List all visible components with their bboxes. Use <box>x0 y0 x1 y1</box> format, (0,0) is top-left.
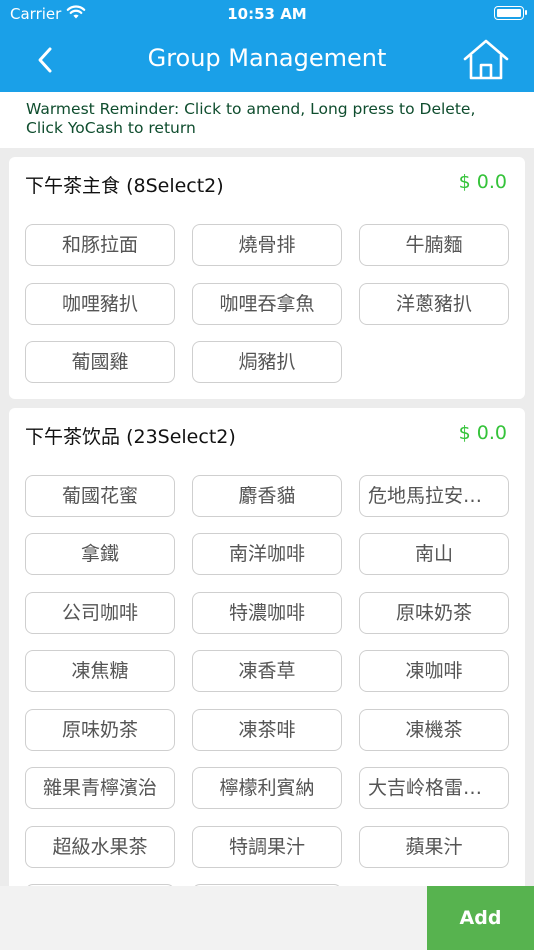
option-button[interactable]: 葡國雞 <box>25 341 175 383</box>
option-button[interactable]: 咖哩豬扒 <box>25 283 175 325</box>
option-button[interactable]: 原味奶茶 <box>359 592 509 634</box>
reminder-line-2: Click YoCash to return <box>26 119 196 137</box>
option-button[interactable]: 凍機茶 <box>359 709 509 751</box>
group-name: 下午茶饮品 <box>25 426 121 448</box>
option-button[interactable]: 原味奶茶 <box>25 709 175 751</box>
option-button[interactable]: 凍咖啡 <box>359 650 509 692</box>
home-icon <box>463 39 509 80</box>
status-time: 10:53 AM <box>227 5 307 23</box>
reminder-banner: Warmest Reminder: Click to amend, Long p… <box>0 92 534 148</box>
option-button[interactable]: 特濃咖啡 <box>192 592 342 634</box>
battery-icon <box>494 6 527 20</box>
page-title: Group Management <box>147 44 387 72</box>
option-button[interactable]: 危地馬拉安提瓜 <box>359 475 509 517</box>
navigation-bar: Group Management <box>0 28 534 92</box>
group-header: 下午茶饮品 (23Select2) $ 0.0 <box>25 422 509 450</box>
group-list[interactable]: 下午茶主食 (8Select2) $ 0.0 和豚拉面 燒骨排 牛腩麵 咖哩豬扒… <box>0 150 534 886</box>
option-button[interactable]: 凍茶啡 <box>192 709 342 751</box>
home-button[interactable] <box>462 38 510 82</box>
group-price: $ 0.0 <box>458 171 507 193</box>
option-button[interactable]: 凍香草 <box>192 650 342 692</box>
option-button[interactable]: 焗豬扒 <box>192 341 342 383</box>
group-title: 下午茶饮品 (23Select2) <box>25 422 236 449</box>
option-button[interactable]: 檸檬利賓納 <box>192 767 342 809</box>
bottom-bar: Add <box>0 886 534 950</box>
option-button[interactable]: 蘋果汁 <box>359 826 509 868</box>
option-button[interactable]: 牛腩麵 <box>359 224 509 266</box>
option-button[interactable]: 大吉岭格雷伯爵 <box>359 767 509 809</box>
reminder-line-1: Warmest Reminder: Click to amend, Long p… <box>26 100 476 118</box>
group-price: $ 0.0 <box>458 422 507 444</box>
option-button[interactable]: 拿鐵 <box>25 533 175 575</box>
group-title: 下午茶主食 (8Select2) <box>25 171 224 198</box>
option-button[interactable]: 麝香貓 <box>192 475 342 517</box>
group-header: 下午茶主食 (8Select2) $ 0.0 <box>25 171 509 199</box>
option-button[interactable]: 凍焦糖 <box>25 650 175 692</box>
group-card: 下午茶饮品 (23Select2) $ 0.0 葡國花蜜 麝香貓 危地馬拉安提瓜… <box>9 408 525 886</box>
group-card: 下午茶主食 (8Select2) $ 0.0 和豚拉面 燒骨排 牛腩麵 咖哩豬扒… <box>9 157 525 399</box>
status-bar: Carrier 10:53 AM <box>0 0 534 28</box>
option-button[interactable]: 和豚拉面 <box>25 224 175 266</box>
option-button[interactable]: 公司咖啡 <box>25 592 175 634</box>
option-button[interactable]: 南洋咖啡 <box>192 533 342 575</box>
option-button[interactable]: 超級水果茶 <box>25 826 175 868</box>
option-button[interactable]: 南山 <box>359 533 509 575</box>
option-button[interactable]: 咖哩吞拿魚 <box>192 283 342 325</box>
option-button[interactable]: 特調果汁 <box>192 826 342 868</box>
add-button[interactable]: Add <box>427 886 534 950</box>
group-rule: (23Select2) <box>126 426 236 448</box>
option-button[interactable]: 洋蔥豬扒 <box>359 283 509 325</box>
group-rule: (8Select2) <box>126 175 224 197</box>
option-button[interactable]: 燒骨排 <box>192 224 342 266</box>
option-button[interactable]: 雜果青檸濱治 <box>25 767 175 809</box>
group-name: 下午茶主食 <box>25 175 121 197</box>
option-button[interactable]: 葡國花蜜 <box>25 475 175 517</box>
